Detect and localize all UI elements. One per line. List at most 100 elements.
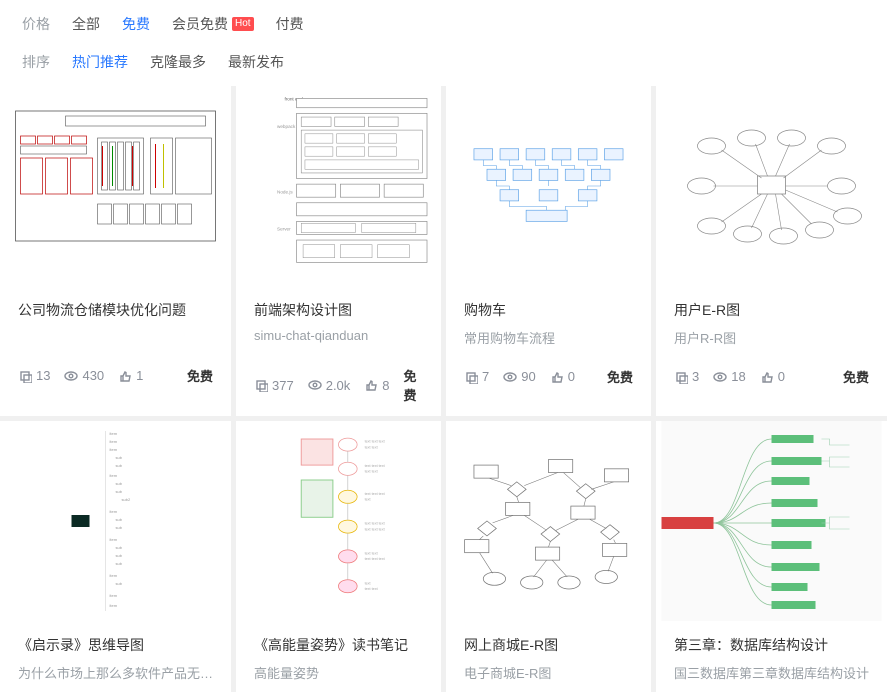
svg-text:Server: Server: [277, 227, 291, 232]
svg-text:item: item: [110, 431, 118, 436]
card-body: 购物车 常用购物车流程: [446, 286, 651, 357]
template-grid: 公司物流仓储模块优化问题 13 430 1 免费 front end: [0, 86, 887, 692]
template-card[interactable]: 用户E-R图 用户R-R图 3 18 0 免费: [656, 86, 887, 416]
card-subtitle: 为什么市场上那么多软件产品无…: [18, 663, 213, 682]
template-card[interactable]: text text texttext text text text textte…: [236, 421, 441, 692]
thumb-icon: [760, 370, 774, 384]
card-subtitle: 用户R-R图: [674, 328, 869, 347]
card-body: 《启示录》思维导图 为什么市场上那么多软件产品无…: [0, 621, 231, 692]
svg-text:sub: sub: [116, 553, 123, 558]
stat-value: 8: [382, 378, 389, 393]
filter-price-paid[interactable]: 付费: [276, 14, 304, 34]
eye-icon: [64, 369, 78, 383]
card-title: 《高能量姿势》读书笔记: [254, 635, 423, 655]
card-subtitle: 常用购物车流程: [464, 328, 633, 347]
svg-text:text text: text text: [365, 587, 378, 591]
thumbnail: front end webpack Node.js Server: [236, 86, 441, 286]
svg-text:sub: sub: [116, 481, 123, 486]
card-body: 网上商城E-R图 电子商城E-R图: [446, 621, 651, 692]
thumbnail: [446, 86, 651, 286]
stat-views: 430: [64, 368, 104, 383]
svg-text:sub: sub: [116, 517, 123, 522]
card-title: 购物车: [464, 300, 633, 320]
copy-icon: [674, 370, 688, 384]
filter-sort-clones[interactable]: 克隆最多: [150, 52, 206, 72]
card-footer: 13 430 1 免费: [0, 356, 231, 397]
template-card[interactable]: item item item sub sub item sub sub sub2 item su…: [0, 421, 231, 692]
card-subtitle: 国三数据库第三章数据库结构设计: [674, 663, 869, 682]
card-body: 第三章：数据库结构设计 国三数据库第三章数据库结构设计: [656, 621, 887, 692]
eye-icon: [713, 370, 727, 384]
card-body: 前端架构设计图 simu-chat-qianduan: [236, 286, 441, 356]
filter-price-vip[interactable]: 会员免费 Hot: [172, 14, 254, 34]
stat-views: 2.0k: [308, 378, 351, 393]
filter-label-price: 价格: [22, 14, 50, 34]
filter-price-all[interactable]: 全部: [72, 14, 100, 34]
svg-text:item: item: [110, 439, 118, 444]
template-card[interactable]: 公司物流仓储模块优化问题 13 430 1 免费: [0, 86, 231, 416]
card-title: 网上商城E-R图: [464, 635, 633, 655]
stat-likes: 8: [364, 378, 389, 393]
thumbnail: item item item sub sub item sub sub sub2 item su…: [0, 421, 231, 621]
card-body: 用户E-R图 用户R-R图: [656, 286, 887, 357]
filter-sort-popular[interactable]: 热门推荐: [72, 52, 128, 72]
stat-value: 430: [82, 368, 104, 383]
svg-text:sub: sub: [116, 455, 123, 460]
svg-text:text text text: text text text: [365, 527, 385, 531]
thumbnail: [0, 86, 231, 286]
stat-likes: 0: [550, 369, 575, 384]
filter-row-price: 价格 全部 免费 会员免费 Hot 付费: [22, 14, 865, 34]
filter-label-sort: 排序: [22, 52, 50, 72]
stat-clones: 3: [674, 369, 699, 384]
stat-value: 3: [692, 369, 699, 384]
copy-icon: [18, 369, 32, 383]
card-title: 用户E-R图: [674, 300, 869, 320]
template-card[interactable]: front end webpack Node.js Server 前端架构设计图…: [236, 86, 441, 416]
svg-text:sub2: sub2: [122, 497, 131, 502]
svg-text:sub: sub: [116, 489, 123, 494]
thumbnail: [656, 421, 887, 621]
stat-clones: 377: [254, 378, 294, 393]
template-card[interactable]: 第三章：数据库结构设计 国三数据库第三章数据库结构设计: [656, 421, 887, 692]
stat-value: 377: [272, 378, 294, 393]
stat-views: 90: [503, 369, 535, 384]
card-title: 前端架构设计图: [254, 300, 423, 320]
stat-value: 90: [521, 369, 535, 384]
card-price: 免费: [843, 367, 869, 386]
filter-price-free[interactable]: 免费: [122, 14, 150, 34]
copy-icon: [254, 378, 268, 392]
svg-text:item: item: [110, 537, 118, 542]
svg-text:item: item: [110, 573, 118, 578]
stat-clones: 13: [18, 368, 50, 383]
eye-icon: [503, 370, 517, 384]
template-card[interactable]: 购物车 常用购物车流程 7 90 0 免费: [446, 86, 651, 416]
card-subtitle: 电子商城E-R图: [464, 663, 633, 682]
card-price: 免费: [404, 366, 423, 404]
stat-value: 1: [136, 368, 143, 383]
stat-value: 18: [731, 369, 745, 384]
template-card[interactable]: 网上商城E-R图 电子商城E-R图: [446, 421, 651, 692]
thumb-icon: [550, 370, 564, 384]
svg-text:item: item: [110, 509, 118, 514]
eye-icon: [308, 378, 322, 392]
svg-text:item: item: [110, 593, 118, 598]
card-footer: 3 18 0 免费: [656, 357, 887, 398]
filter-sort-newest[interactable]: 最新发布: [228, 52, 284, 72]
thumbnail: [656, 86, 887, 286]
filter-bar: 价格 全部 免费 会员免费 Hot 付费 排序 热门推荐 克隆最多 最新发布: [0, 0, 887, 86]
svg-text:text text: text text: [365, 445, 378, 449]
stat-value: 2.0k: [326, 378, 351, 393]
stat-value: 13: [36, 368, 50, 383]
stat-views: 18: [713, 369, 745, 384]
svg-text:sub: sub: [116, 581, 123, 586]
thumbnail: [446, 421, 651, 621]
svg-text:sub: sub: [116, 561, 123, 566]
stat-clones: 7: [464, 369, 489, 384]
filter-row-sort: 排序 热门推荐 克隆最多 最新发布: [22, 52, 865, 72]
card-price: 免费: [607, 367, 633, 386]
svg-text:text text text: text text text: [365, 522, 385, 526]
hot-badge: Hot: [232, 17, 254, 31]
svg-text:text text text: text text text: [365, 464, 385, 468]
card-subtitle: [18, 328, 213, 346]
card-title: 《启示录》思维导图: [18, 635, 213, 655]
